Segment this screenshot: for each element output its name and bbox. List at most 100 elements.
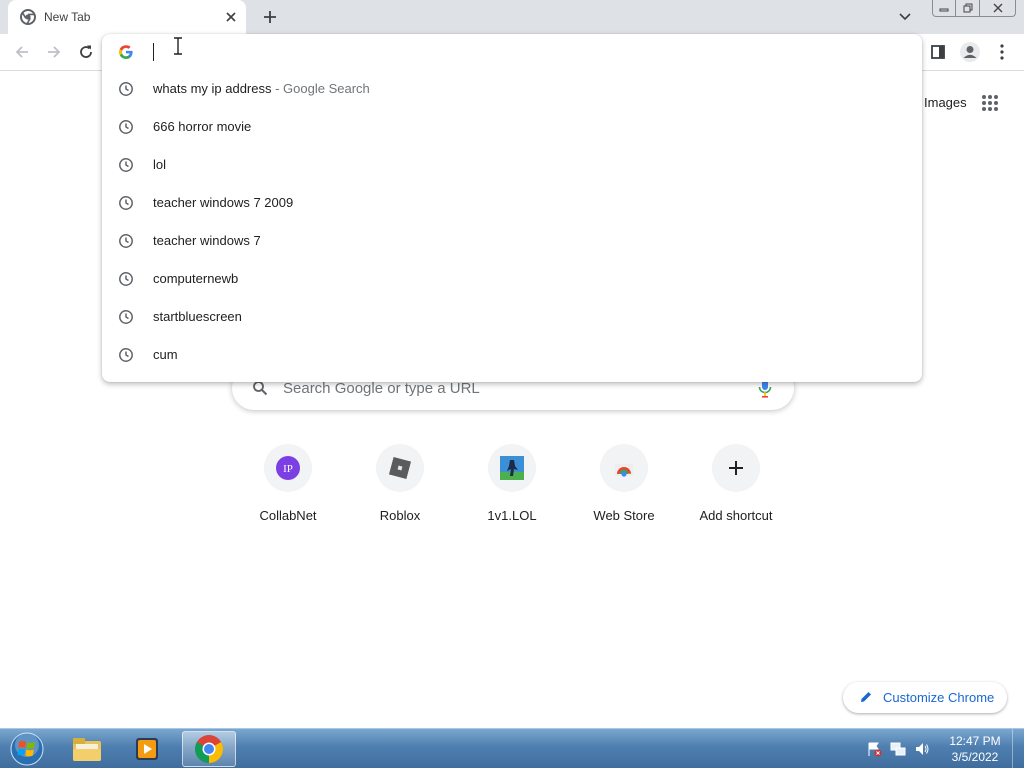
pencil-icon (861, 692, 871, 702)
suggestion-item[interactable]: startbluescreen (102, 298, 922, 336)
suggestion-item[interactable]: cum (102, 336, 922, 374)
profile-icon (960, 42, 980, 62)
window-controls (932, 0, 1016, 18)
back-button[interactable] (10, 41, 34, 63)
clock-icon (119, 310, 133, 324)
shortcut-label: Roblox (379, 508, 421, 523)
tab-title: New Tab (44, 10, 91, 24)
suggestion-text: startbluescreen (153, 309, 242, 324)
suggestion-item[interactable]: whats my ip address - Google Search (102, 70, 922, 108)
chrome-icon (195, 735, 223, 763)
text-caret (153, 43, 154, 61)
images-link[interactable]: Images (924, 95, 967, 110)
forward-button[interactable] (42, 41, 66, 63)
google-apps-button[interactable] (978, 91, 1002, 115)
speaker-icon (916, 743, 929, 755)
taskbar-clock[interactable]: 12:47 PM 3/5/2022 (942, 733, 1008, 765)
suggestion-item[interactable]: teacher windows 7 (102, 222, 922, 260)
taskbar: 12:47 PM 3/5/2022 (0, 728, 1024, 768)
shortcut-collabnet[interactable]: IP CollabNet (232, 444, 344, 534)
new-tab-button[interactable] (258, 6, 282, 28)
omnibox-dropdown: whats my ip address - Google Search 666 … (102, 34, 922, 382)
restore-button[interactable] (956, 0, 980, 17)
shortcut-label: Web Store (593, 508, 655, 523)
profile-button[interactable] (958, 40, 982, 64)
clock-icon (119, 120, 133, 134)
suggestion-item[interactable]: lol (102, 146, 922, 184)
shortcut-1v1lol[interactable]: 1v1.LOL (456, 444, 568, 534)
suggestion-text: cum (153, 347, 178, 362)
shortcut-label: 1v1.LOL (487, 508, 537, 523)
clock-icon (119, 82, 133, 96)
close-window-button[interactable] (980, 0, 1016, 17)
minimize-button[interactable] (932, 0, 956, 17)
explorer-icon (73, 738, 101, 761)
roblox-icon (388, 456, 412, 480)
ibeam-cursor-icon (174, 37, 182, 55)
suggestion-item[interactable]: computernewb (102, 260, 922, 298)
suggestion-item[interactable]: 666 horror movie (102, 108, 922, 146)
clock-icon (119, 234, 133, 248)
side-panel-icon (931, 45, 945, 59)
tab-search-button[interactable] (895, 8, 915, 26)
suggestion-text: teacher windows 7 2009 (153, 195, 294, 210)
customize-chrome-label: Customize Chrome (883, 690, 995, 705)
volume-icon[interactable] (914, 741, 930, 757)
clock-icon (119, 158, 133, 172)
side-panel-button[interactable] (926, 40, 950, 64)
apps-grid-icon (982, 95, 998, 111)
close-icon (226, 12, 236, 22)
start-button[interactable] (6, 730, 48, 768)
close-icon (993, 3, 1002, 13)
omnibox[interactable] (102, 34, 922, 70)
search-placeholder: Search Google or type a URL (283, 380, 480, 397)
collabnet-icon: IP (276, 456, 300, 480)
shortcut-label: CollabNet (259, 508, 317, 523)
flag-alert-icon (868, 742, 882, 757)
clock-date: 3/5/2022 (951, 750, 999, 764)
network-icon (890, 742, 906, 756)
customize-chrome-button[interactable]: Customize Chrome (843, 682, 1007, 713)
web-store-icon (615, 464, 633, 477)
clock-icon (119, 196, 133, 210)
windows-start-icon (10, 732, 44, 766)
suggestion-text: lol (153, 157, 167, 172)
plus-icon (729, 461, 743, 475)
menu-button[interactable] (990, 40, 1014, 64)
search-icon (253, 381, 268, 396)
reload-button[interactable] (74, 41, 98, 63)
action-center-icon[interactable] (866, 741, 882, 757)
1v1lol-icon (500, 456, 524, 480)
clock-icon (119, 272, 133, 286)
reload-icon (80, 45, 92, 58)
clock-time: 12:47 PM (949, 734, 1001, 748)
tab-strip: New Tab (0, 0, 1024, 34)
arrow-right-icon (48, 46, 61, 58)
chevron-down-icon (899, 13, 911, 21)
show-desktop-button[interactable] (1012, 729, 1024, 768)
suggestion-list: whats my ip address - Google Search 666 … (102, 70, 922, 374)
taskbar-chrome[interactable] (182, 731, 236, 767)
omnibox-input[interactable] (152, 40, 892, 64)
suggestion-text: 666 horror movie (153, 119, 252, 134)
arrow-left-icon (15, 46, 28, 58)
network-icon[interactable] (890, 741, 906, 757)
shortcut-label: Add shortcut (699, 508, 773, 523)
chrome-icon (20, 9, 36, 25)
taskbar-media-player[interactable] (120, 731, 174, 767)
plus-icon (264, 11, 276, 23)
tab-close-button[interactable] (222, 8, 240, 26)
suggestion-text: computernewb (153, 271, 239, 286)
kebab-menu-icon (1000, 44, 1004, 60)
suggestion-item[interactable]: teacher windows 7 2009 (102, 184, 922, 222)
restore-icon (963, 3, 972, 13)
tab-new-tab[interactable]: New Tab (8, 0, 246, 34)
svg-text:IP: IP (283, 463, 293, 475)
shortcut-web-store[interactable]: Web Store (568, 444, 680, 534)
shortcut-roblox[interactable]: Roblox (344, 444, 456, 534)
taskbar-explorer[interactable] (60, 731, 114, 767)
add-shortcut[interactable]: Add shortcut (680, 444, 792, 534)
google-g-icon (119, 45, 133, 59)
minimize-icon (939, 8, 949, 12)
media-player-icon (136, 738, 158, 760)
